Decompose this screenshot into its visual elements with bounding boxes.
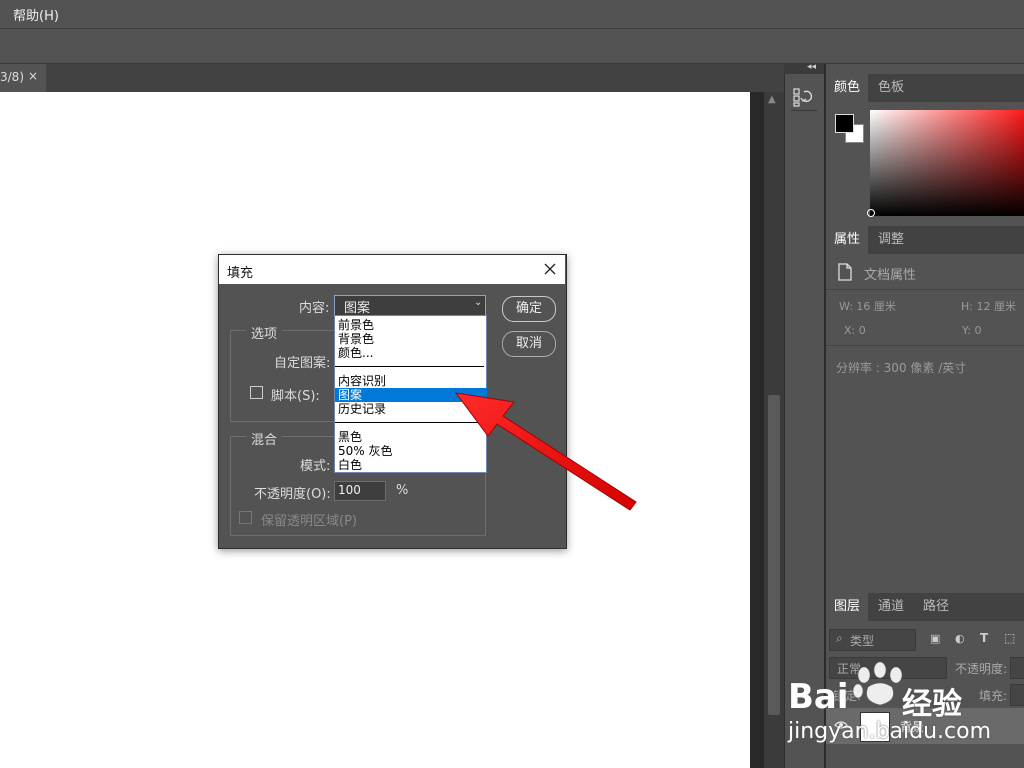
dropdown-item-color[interactable]: 颜色... [338,346,373,360]
doc-resolution: 分辨率 : 300 像素 /英寸 [836,361,967,375]
properties-panel [826,226,1024,586]
dropdown-item-gray[interactable]: 50% 灰色 [338,444,393,458]
content-label: 内容: [299,301,330,316]
divider [826,289,1024,290]
watermark-url: jingyan.baidu.com [788,719,992,744]
close-tab-icon[interactable]: × [28,69,38,83]
layer-filter-value: 类型 [850,634,875,648]
ok-button[interactable]: 确定 [502,296,556,322]
scrollbar-thumb[interactable] [768,395,780,715]
script-checkbox[interactable] [250,386,263,399]
document-properties-title: 文档属性 [864,268,917,283]
color-panel-tabs: 颜色 色板 [826,74,1024,102]
search-icon: ⌕ [836,631,843,645]
blend-legend: 混合 [246,429,283,448]
tab-swatches[interactable]: 色板 [870,74,912,102]
dropdown-item-history[interactable]: 历史记录 [338,402,386,416]
mode-label: 模式: [300,459,331,474]
dropdown-item-black[interactable]: 黑色 [338,430,362,444]
menu-bar [0,0,1024,29]
dropdown-separator [335,366,484,367]
baidu-jingyan-watermark: Bai 经验 jingyan.baidu.com [788,655,1024,765]
content-select-value: 图案 [344,301,371,316]
document-tab-label: 3/8) [0,70,24,84]
opacity-input-value: 100 [338,483,361,497]
cancel-button[interactable]: 取消 [502,331,556,357]
dropdown-item-foreground[interactable]: 前景色 [338,318,374,332]
tab-channels[interactable]: 通道 [870,593,912,621]
opacity-label: 不透明度(O): [254,487,331,502]
red-arrow-annotation [440,380,650,518]
dropdown-item-white[interactable]: 白色 [338,458,362,470]
doc-y: Y: 0 [962,324,982,337]
close-icon[interactable] [540,259,560,279]
color-picker-field[interactable] [870,110,1024,216]
history-icon[interactable] [791,86,817,111]
script-label: 脚本(S): [271,389,320,404]
doc-height: H: 12 厘米 [961,300,1016,313]
foreground-color-swatch[interactable] [835,114,854,133]
canvas-pasteboard [750,92,764,768]
doc-x: X: 0 [844,324,866,337]
divider [826,345,1024,346]
dropdown-item-background[interactable]: 背景色 [338,332,374,346]
watermark-brand-cn: 经验 [902,687,962,722]
collapse-arrows-icon[interactable]: ◂◂ [807,62,816,72]
preserve-transparency-label: 保留透明区域(P) [261,514,357,529]
color-picker-marker[interactable] [867,209,875,217]
document-icon [835,262,855,282]
shape-filter-icon[interactable]: ⬚ [1004,631,1015,645]
tab-layers[interactable]: 图层 [826,593,869,621]
scroll-up-icon[interactable]: ▲ [768,94,776,105]
adjustment-filter-icon[interactable]: ◐ [955,632,965,645]
tab-adjustments[interactable]: 调整 [870,226,912,254]
document-tab-bar [0,64,784,92]
dropdown-item-content-aware[interactable]: 内容识别 [338,374,386,388]
options-legend: 选项 [246,323,283,342]
preserve-transparency-checkbox[interactable] [239,511,252,524]
menu-help[interactable]: 帮助(H) [13,5,59,24]
layers-panel-tabs: 图层 通道 路径 [826,593,1024,621]
tab-properties[interactable]: 属性 [826,226,869,254]
dialog-title: 填充 [227,266,254,281]
type-filter-icon[interactable]: T [980,631,988,645]
doc-width: W: 16 厘米 [839,300,896,313]
options-bar [0,29,1024,64]
watermark-brand: Bai [788,677,849,717]
image-filter-icon[interactable]: ▣ [930,632,940,645]
custom-pattern-label: 自定图案: [274,356,331,371]
panel-strip-header [784,64,824,74]
dialog-titlebar [219,255,565,284]
percent-label: % [396,483,409,498]
properties-panel-tabs: 属性 调整 [826,226,1024,254]
tab-paths[interactable]: 路径 [915,593,957,621]
tab-color[interactable]: 颜色 [826,74,869,102]
chevron-down-icon[interactable]: ⌄ [474,297,482,308]
